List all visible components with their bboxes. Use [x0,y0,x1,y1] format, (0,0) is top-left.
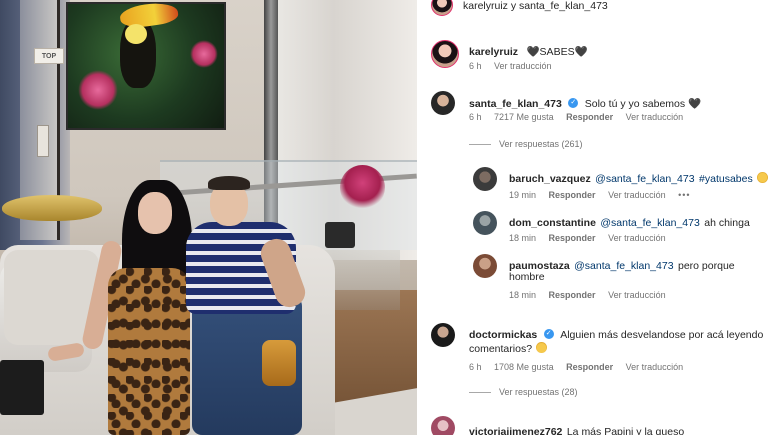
reply-username[interactable]: dom_constantine [509,217,596,229]
man-hair [208,176,250,190]
caption: karelyruiz 🖤SABES🖤 [469,42,588,60]
reply-meta: 19 min Responder Ver traducción ••• [509,190,701,200]
view-replies-button[interactable]: Ver respuestas (28) [469,387,578,397]
comment-avatar[interactable] [431,416,455,435]
orchid [340,165,385,210]
reply-meta: 18 min Responder Ver traducción [509,290,676,300]
toucan-chest [125,24,147,44]
reply-avatar[interactable] [473,254,497,278]
comment: santa_fe_klan_473 ✓ Solo tú y yo sabemos… [469,94,701,112]
comment-meta: 6 h 7217 Me gusta Responder Ver traducci… [469,112,693,122]
reply-button[interactable]: Responder [549,233,596,243]
reply-text: ah chinga [704,217,750,229]
reply-meta: 18 min Responder Ver traducción [509,233,676,243]
woman-face [138,192,172,234]
laptop [0,360,44,415]
painting-flower [190,40,218,68]
caption-avatar[interactable] [431,40,459,68]
reply-button[interactable]: Responder [549,290,596,300]
man-boot [262,340,296,386]
reply-hashtag[interactable]: #yatusabes [699,173,753,185]
comment-text: Alguien más desvelandose por acá leyendo [560,329,764,341]
reply-text-continued: hombre [509,271,545,283]
reply-mention[interactable]: @santa_fe_klan_473 [600,217,699,229]
reply-button[interactable]: Responder [566,112,613,122]
view-replies-label: Ver respuestas (261) [499,139,583,149]
caption-time: 6 h [469,61,482,71]
translate-link[interactable]: Ver traducción [608,233,666,243]
more-options-icon[interactable]: ••• [678,190,690,200]
caption-translate-link[interactable]: Ver traducción [494,61,552,71]
comment-text: La más Papini y la queso [566,426,685,435]
translate-link[interactable]: Ver traducción [626,362,684,372]
comment-text: Solo tú y yo sabemos 🖤 [584,98,702,110]
hands-over-face-emoji-icon [757,172,768,184]
view-replies-label: Ver respuestas (28) [499,387,578,397]
comment-time: 6 h [469,112,482,122]
comment-meta: 6 h 1708 Me gusta Responder Ver traducci… [469,362,693,372]
reply-time: 18 min [509,290,537,300]
caption-username[interactable]: karelyruiz [469,46,518,58]
comment-time: 6 h [469,362,482,372]
caption-text: 🖤SABES🖤 [526,46,588,58]
sweat-smile-emoji-icon [536,342,548,354]
reply-button[interactable]: Responder [566,362,613,372]
leopard-dress [108,268,190,435]
comment-avatar[interactable] [431,323,455,347]
translate-link[interactable]: Ver traducción [626,112,684,122]
comments-panel: karelyruiz y santa_fe_klan_473 karelyrui… [417,0,768,435]
post-photo[interactable]: TOP [0,0,417,435]
comment-username[interactable]: victoriajimenez762 [469,426,562,435]
comment-username[interactable]: santa_fe_klan_473 [469,98,562,110]
post-header-title[interactable]: karelyruiz y santa_fe_klan_473 [463,0,608,12]
comment: victoriajimenez762 La más Papini y la qu… [469,422,684,435]
painting-flower [78,70,118,110]
author-avatar[interactable] [431,0,453,16]
translate-link[interactable]: Ver traducción [608,290,666,300]
post-header: karelyruiz y santa_fe_klan_473 [417,0,768,20]
divider-line [469,144,491,146]
comment-text-continued: comentarios? [469,339,548,357]
comment-likes[interactable]: 1708 Me gusta [494,362,554,372]
comment-text: comentarios? [469,343,533,355]
golden-bowl [2,195,102,221]
view-replies-button[interactable]: Ver respuestas (261) [469,139,583,149]
reply: dom_constantine @santa_fe_klan_473 ah ch… [509,213,750,231]
flower-pot [325,222,355,248]
reply: baruch_vazquez @santa_fe_klan_473 #yatus… [509,169,768,187]
comment-likes[interactable]: 7217 Me gusta [494,112,554,122]
verified-badge-icon: ✓ [568,97,579,108]
light-switch [37,125,49,157]
door-sign: TOP [34,48,64,64]
reply-mention[interactable]: @santa_fe_klan_473 [574,260,673,272]
reply-avatar[interactable] [473,211,497,235]
comment-avatar[interactable] [431,91,455,115]
reply-username[interactable]: baruch_vazquez [509,173,591,185]
translate-link[interactable]: Ver traducción [608,190,666,200]
divider-line [469,392,491,394]
verified-badge-icon: ✓ [543,328,554,339]
reply-time: 19 min [509,190,537,200]
caption-meta: 6 h Ver traducción [469,61,562,71]
reply-text: pero porque [678,260,735,272]
reply-avatar[interactable] [473,167,497,191]
reply-button[interactable]: Responder [549,190,596,200]
reply-time: 18 min [509,233,537,243]
reply-mention[interactable]: @santa_fe_klan_473 [595,173,694,185]
